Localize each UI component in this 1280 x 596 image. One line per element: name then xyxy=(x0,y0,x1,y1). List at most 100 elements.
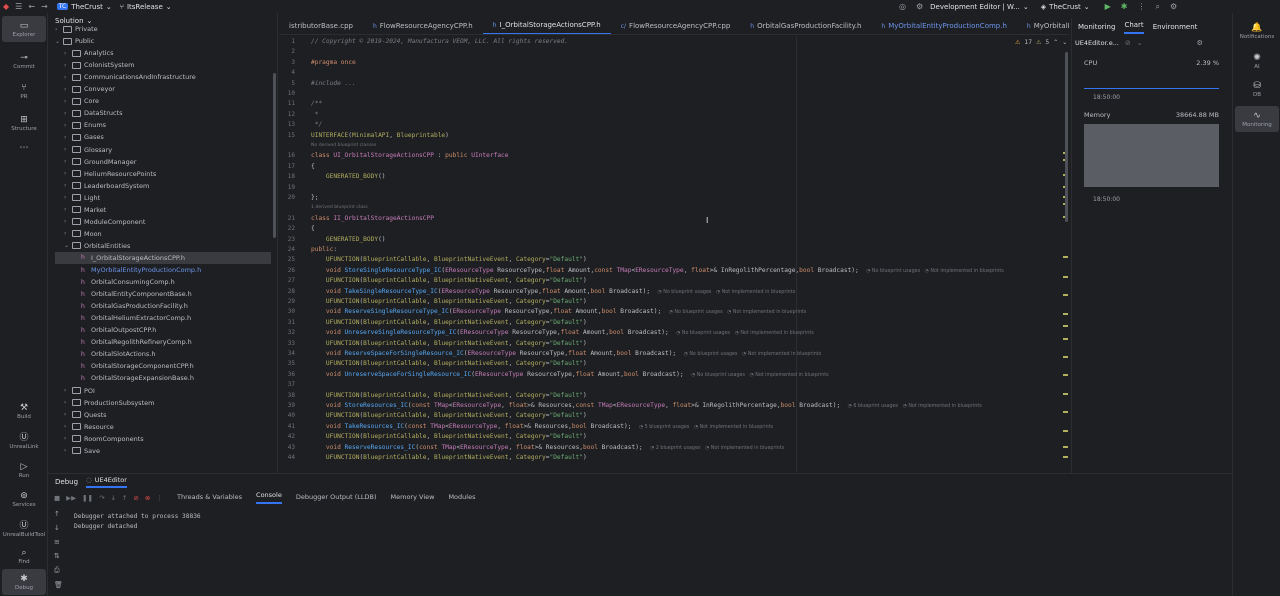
code-line[interactable]: class UI_OrbitalStorageActionsCPP : publ… xyxy=(311,152,509,159)
warning-marker[interactable] xyxy=(1063,338,1068,340)
warning-marker[interactable] xyxy=(1063,356,1068,358)
editor-scrollbar[interactable] xyxy=(1065,52,1068,222)
target-selector[interactable]: ◈ TheCrust ⌄ xyxy=(1041,3,1090,11)
left-tool-unreallink[interactable]: Ⓤ UnrealLink xyxy=(2,427,46,453)
right-tool-notifications[interactable]: 🔔 Notifications xyxy=(1235,18,1279,44)
chevron-right-icon[interactable]: › xyxy=(64,411,72,418)
code-line[interactable]: { xyxy=(311,163,315,170)
debug-tab-debugger-output-lldb[interactable]: Debugger Output (LLDB) xyxy=(296,493,377,501)
left-tool-run[interactable]: ▷ Run xyxy=(2,457,46,483)
chevron-right-icon[interactable]: › xyxy=(64,182,72,189)
chevron-right-icon[interactable]: › xyxy=(64,206,72,213)
process-name[interactable]: UE4Editor.e... xyxy=(1075,39,1119,47)
warning-marker[interactable] xyxy=(1063,456,1068,458)
tree-folder[interactable]: › Enums xyxy=(64,119,106,131)
tree-folder[interactable]: › ProductionSubsystem xyxy=(64,397,154,409)
editor-tab[interactable]: hMyOrbitalEnti xyxy=(1017,18,1069,34)
tab-chart[interactable]: Chart xyxy=(1124,21,1144,34)
tree-file[interactable]: h OrbitalStorageComponentCPP.h xyxy=(73,360,194,372)
project-selector[interactable]: TC TheCrust ⌄ xyxy=(56,3,112,11)
chevron-right-icon[interactable]: › xyxy=(64,447,72,454)
code-line[interactable]: UFUNCTION(BlueprintCallable, BlueprintNa… xyxy=(311,454,587,461)
debug-icon[interactable]: ✱ xyxy=(1121,2,1128,11)
chevron-right-icon[interactable]: › xyxy=(64,435,72,442)
warning-marker[interactable] xyxy=(1063,256,1068,258)
branch-selector[interactable]: ⑂ ItsRelease ⌄ xyxy=(120,3,172,11)
left-tool-find[interactable]: ⌕ Find xyxy=(2,543,46,569)
code-line[interactable]: UFUNCTION(BlueprintCallable, BlueprintNa… xyxy=(311,340,587,347)
warning-marker[interactable] xyxy=(1063,294,1068,296)
code-line[interactable]: * xyxy=(311,111,319,118)
code-line[interactable]: void TakeSingleResourceType_IC(EResource… xyxy=(311,288,795,295)
unreal-icon[interactable]: ◎ xyxy=(899,2,906,11)
code-line[interactable]: UFUNCTION(BlueprintCallable, BlueprintNa… xyxy=(311,392,587,399)
chevron-right-icon[interactable]: › xyxy=(64,50,72,57)
code-line[interactable]: void UnreserveSpaceForSingleResource_IC(… xyxy=(311,371,829,378)
stop-icon[interactable]: ■ xyxy=(54,494,60,502)
back-icon[interactable]: ← xyxy=(28,2,35,11)
editor-inspections[interactable]: ⚠ 17 ⚠ 5 ⌃ ⌄ xyxy=(1015,39,1067,46)
chevron-right-icon[interactable]: › xyxy=(64,170,72,177)
code-line[interactable]: GENERATED_BODY() xyxy=(311,236,386,243)
search-icon[interactable]: ⌕ xyxy=(1155,2,1159,12)
run-config-selector[interactable]: Development Editor | W... ⌄ xyxy=(930,3,1029,11)
trash-icon[interactable]: 🗑 xyxy=(54,581,63,589)
chevron-right-icon[interactable]: › xyxy=(64,122,72,129)
warning-marker[interactable] xyxy=(1063,393,1068,395)
tree-folder[interactable]: › Quests xyxy=(64,409,107,421)
right-tool-db[interactable]: ⛁ DB xyxy=(1235,76,1279,102)
tree-scrollbar[interactable] xyxy=(273,73,276,238)
forward-icon[interactable]: → xyxy=(41,2,48,11)
more-icon[interactable]: ⋮ xyxy=(1137,2,1145,11)
debug-tab-threads-variables[interactable]: Threads & Variables xyxy=(177,493,242,501)
tree-folder[interactable]: › POI xyxy=(64,385,95,397)
code-line[interactable]: void ReserveSingleResourceType_IC(EResou… xyxy=(311,308,806,315)
tree-folder[interactable]: › Market xyxy=(64,204,106,216)
right-tool-monitoring[interactable]: ∿ Monitoring xyxy=(1235,106,1279,132)
code-line[interactable]: UFUNCTION(BlueprintCallable, BlueprintNa… xyxy=(311,298,587,305)
tree-folder[interactable]: › Private xyxy=(55,23,98,35)
more-icon[interactable]: ⋮ xyxy=(156,494,163,502)
chevron-right-icon[interactable]: › xyxy=(64,194,72,201)
editor-tab[interactable]: h MyOrbitalEntityProductionComp.h xyxy=(871,18,1017,34)
tree-file[interactable]: h OrbitalRegolithRefineryComp.h xyxy=(73,336,192,348)
tree-file[interactable]: h OrbitalEntityComponentBase.h xyxy=(73,288,192,300)
code-line[interactable]: class II_OrbitalStorageActionsCPP xyxy=(311,215,434,222)
tree-file[interactable]: h MyOrbitalEntityProductionComp.h xyxy=(73,264,201,276)
step-out-icon[interactable]: ↑ xyxy=(122,494,127,502)
left-tool-pr[interactable]: ⑂ PR xyxy=(2,78,46,104)
chevron-right-icon[interactable]: › xyxy=(64,134,72,141)
gear-icon[interactable]: ⚙ xyxy=(1170,2,1177,11)
tree-folder[interactable]: › LeaderboardSystem xyxy=(64,180,149,192)
tree-folder[interactable]: › ColonistSystem xyxy=(64,59,134,71)
warning-marker[interactable] xyxy=(1063,446,1068,448)
mute-breakpoints-icon[interactable]: ⊘ xyxy=(133,494,138,502)
code-line[interactable]: UFUNCTION(BlueprintCallable, BlueprintNa… xyxy=(311,360,587,367)
tree-folder[interactable]: › RoomComponents xyxy=(64,433,144,445)
chevron-right-icon[interactable]: › xyxy=(64,74,72,81)
tree-file[interactable]: h I_OrbitalStorageActionsCPP.h xyxy=(55,251,271,264)
tree-file[interactable]: h OrbitalHeliumExtractorComp.h xyxy=(73,312,191,324)
code-line[interactable]: UFUNCTION(BlueprintCallable, BlueprintNa… xyxy=(311,433,587,440)
warning-marker[interactable] xyxy=(1063,430,1068,432)
chevron-right-icon[interactable]: › xyxy=(64,423,72,430)
code-editor[interactable]: ⚠ 17 ⚠ 5 ⌃ ⌄ 1 // Copyright © 2019-2024, … xyxy=(279,36,1069,472)
code-line[interactable]: UINTERFACE(MinimalAPI, Blueprintable) xyxy=(311,132,449,139)
settings-icon[interactable]: ⚙ xyxy=(916,2,923,11)
chevron-right-icon[interactable]: › xyxy=(64,387,72,394)
code-line[interactable]: { xyxy=(311,225,315,232)
chevron-down-icon[interactable]: ⌄ xyxy=(1137,39,1143,47)
code-line[interactable]: }; xyxy=(311,194,318,201)
chevron-right-icon[interactable]: › xyxy=(64,399,72,406)
left-tool-unrealbuildtool[interactable]: Ⓤ UnrealBuildTool xyxy=(2,515,46,541)
gear-icon[interactable]: ⚙ xyxy=(1197,39,1203,47)
editor-tab[interactable]: h OrbitalGasProductionFacility.h xyxy=(740,18,871,34)
tree-file[interactable]: h OrbitalOutpostCPP.h xyxy=(73,324,156,336)
chevron-right-icon[interactable]: › xyxy=(64,218,72,225)
warning-marker[interactable] xyxy=(1063,374,1068,376)
tree-folder[interactable]: › GroundManager xyxy=(64,156,136,168)
tree-file[interactable]: h OrbitalStorageExpansionBase.h xyxy=(73,372,194,384)
code-line[interactable]: void StoreResources_IC(const TMap<EResou… xyxy=(311,402,982,409)
chevron-right-icon[interactable]: › xyxy=(55,26,63,33)
tree-folder[interactable]: › ModuleComponent xyxy=(64,216,145,228)
